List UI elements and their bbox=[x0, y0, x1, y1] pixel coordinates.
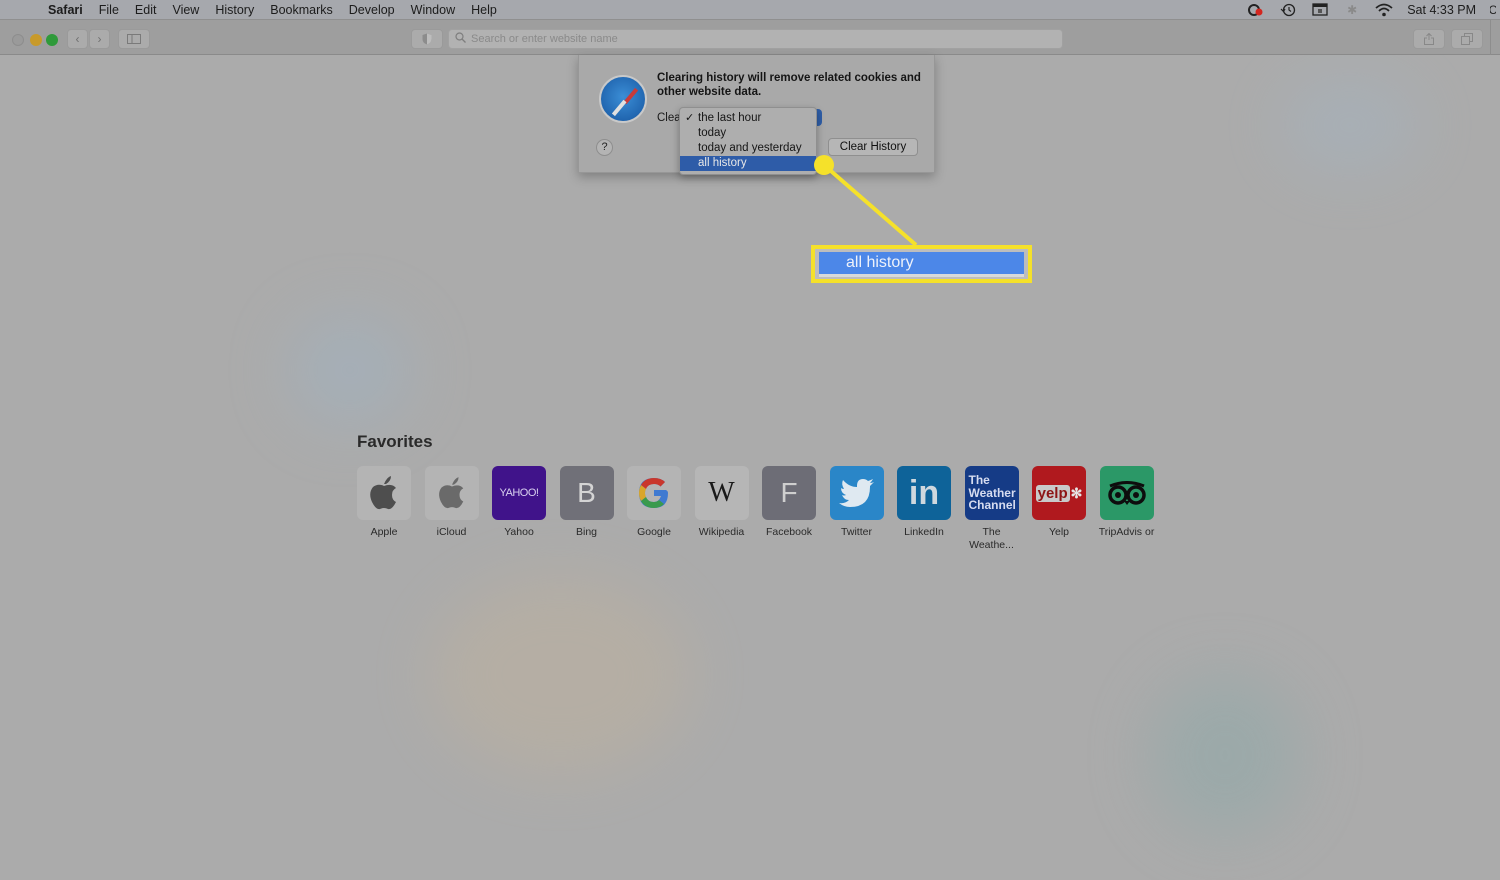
favorite-weather-channel[interactable]: The Weather Channel The Weathe... bbox=[964, 466, 1019, 552]
background-blur bbox=[1150, 675, 1300, 835]
callout-menu-edge bbox=[819, 274, 1024, 277]
menu-view[interactable]: View bbox=[164, 3, 207, 17]
menu-help[interactable]: Help bbox=[463, 3, 505, 17]
background-blur bbox=[290, 315, 410, 425]
twitter-bird-icon bbox=[829, 466, 884, 520]
option-label: today and yesterday bbox=[698, 142, 802, 154]
favorite-label: LinkedIn bbox=[904, 526, 944, 538]
favorite-facebook[interactable]: F Facebook bbox=[762, 466, 816, 552]
wifi-icon[interactable] bbox=[1375, 3, 1393, 17]
window-zoom-button[interactable] bbox=[46, 34, 58, 46]
menu-develop[interactable]: Develop bbox=[341, 3, 403, 17]
address-bar-placeholder: Search or enter website name bbox=[471, 33, 618, 45]
dropdown-option-last-hour[interactable]: ✓ the last hour bbox=[680, 111, 816, 126]
tab-overview-button[interactable] bbox=[1451, 29, 1483, 49]
favorite-label: Google bbox=[637, 526, 671, 538]
favorite-label: Yahoo bbox=[504, 526, 534, 538]
menu-bar: Safari File Edit View History Bookmarks … bbox=[0, 0, 1500, 19]
callout-zoom-box: all history bbox=[811, 245, 1032, 283]
callout-label: all history bbox=[819, 252, 1024, 274]
favorite-label: Twitter bbox=[841, 526, 872, 538]
shield-icon bbox=[422, 33, 432, 45]
chevron-right-icon: › bbox=[97, 32, 102, 46]
tabs-icon bbox=[1461, 33, 1473, 45]
favorite-icloud[interactable]: iCloud bbox=[424, 466, 479, 552]
favorite-label: Facebook bbox=[765, 526, 813, 538]
favorite-label: Apple bbox=[370, 526, 398, 538]
yelp-logo-icon: yelp ✻ bbox=[1032, 466, 1086, 520]
favorite-label: Yelp bbox=[1048, 526, 1070, 538]
forward-button[interactable]: › bbox=[89, 29, 110, 49]
google-logo-icon bbox=[627, 466, 681, 520]
checkmark-icon: ✓ bbox=[685, 112, 695, 124]
search-icon bbox=[455, 32, 466, 46]
menu-window[interactable]: Window bbox=[403, 3, 463, 17]
window-close-button[interactable] bbox=[12, 34, 24, 46]
sidebar-toggle-button[interactable] bbox=[118, 29, 150, 49]
time-range-dropdown: ✓ the last hour today today and yesterda… bbox=[679, 107, 817, 175]
window-minimize-button[interactable] bbox=[30, 34, 42, 46]
background-blur bbox=[430, 575, 690, 775]
back-button[interactable]: ‹ bbox=[67, 29, 88, 49]
favorite-apple[interactable]: Apple bbox=[357, 466, 411, 552]
user-menu-icon[interactable]: C bbox=[1490, 3, 1496, 17]
clear-history-button[interactable]: Clear History bbox=[828, 138, 918, 156]
dropdown-option-all-history[interactable]: all history bbox=[680, 156, 816, 171]
favorite-bing[interactable]: B Bing bbox=[559, 466, 614, 552]
menu-app-name[interactable]: Safari bbox=[40, 3, 91, 17]
menu-file[interactable]: File bbox=[91, 3, 127, 17]
option-label: the last hour bbox=[698, 112, 762, 124]
yahoo-logo-icon: YAHOO! bbox=[492, 466, 546, 520]
favorite-label: Wikipedia bbox=[698, 526, 745, 538]
menu-edit[interactable]: Edit bbox=[127, 3, 165, 17]
wikipedia-logo-icon: W bbox=[694, 466, 749, 520]
favorites-grid: Apple iCloud YAHOO! Yahoo B Bing Google … bbox=[357, 466, 1154, 552]
weather-channel-logo-icon: The Weather Channel bbox=[964, 466, 1019, 520]
time-machine-icon[interactable] bbox=[1279, 3, 1297, 17]
background-blur bbox=[1280, 75, 1420, 175]
favorites-heading: Favorites bbox=[357, 432, 433, 451]
option-label: all history bbox=[698, 157, 747, 169]
favorite-tripadvisor[interactable]: TripAdvis or bbox=[1099, 466, 1154, 552]
favorite-twitter[interactable]: Twitter bbox=[829, 466, 884, 552]
icloud-logo-icon bbox=[424, 466, 479, 520]
dropdown-option-today[interactable]: today bbox=[680, 126, 816, 141]
bluetooth-icon[interactable]: ✱ bbox=[1343, 3, 1361, 17]
privacy-report-button[interactable] bbox=[411, 29, 443, 49]
favorite-linkedin[interactable]: in LinkedIn bbox=[897, 466, 951, 552]
safari-compass-icon bbox=[599, 75, 647, 123]
tripadvisor-owl-icon bbox=[1099, 466, 1154, 520]
share-icon bbox=[1424, 33, 1434, 45]
menu-history[interactable]: History bbox=[207, 3, 262, 17]
favorite-yelp[interactable]: yelp ✻ Yelp bbox=[1032, 466, 1086, 552]
clear-label: Clea bbox=[657, 112, 681, 124]
favorite-google[interactable]: Google bbox=[627, 466, 681, 552]
address-bar[interactable]: Search or enter website name bbox=[448, 29, 1063, 49]
favorite-yahoo[interactable]: YAHOO! Yahoo bbox=[492, 466, 546, 552]
new-tab-divider bbox=[1490, 20, 1491, 56]
yelp-wordmark: yelp bbox=[1035, 484, 1070, 502]
chevron-left-icon: ‹ bbox=[75, 32, 80, 46]
facebook-letter-icon: F bbox=[762, 466, 816, 520]
linkedin-logo-icon: in bbox=[897, 466, 951, 520]
favorite-label: iCloud bbox=[436, 526, 467, 538]
favorite-label: The Weathe... bbox=[969, 526, 1014, 551]
dialog-message: Clearing history will remove related coo… bbox=[657, 72, 921, 98]
display-icon[interactable] bbox=[1311, 3, 1329, 17]
favorite-wikipedia[interactable]: W Wikipedia bbox=[694, 466, 749, 552]
sidebar-icon bbox=[127, 34, 141, 44]
browser-toolbar: ‹ › Search or enter website name bbox=[0, 19, 1500, 56]
option-label: today bbox=[698, 127, 727, 139]
bing-letter-icon: B bbox=[559, 466, 614, 520]
apple-logo-icon bbox=[357, 466, 411, 520]
help-button[interactable]: ? bbox=[596, 139, 613, 156]
share-button[interactable] bbox=[1413, 29, 1445, 49]
menu-clock[interactable]: Sat 4:33 PM bbox=[1407, 3, 1476, 17]
dropdown-option-today-and-yesterday[interactable]: today and yesterday bbox=[680, 141, 816, 156]
menu-bookmarks[interactable]: Bookmarks bbox=[262, 3, 341, 17]
creative-cloud-icon[interactable] bbox=[1247, 3, 1265, 17]
favorite-label: TripAdvis or bbox=[1098, 526, 1155, 538]
favorite-label: Bing bbox=[575, 526, 597, 538]
